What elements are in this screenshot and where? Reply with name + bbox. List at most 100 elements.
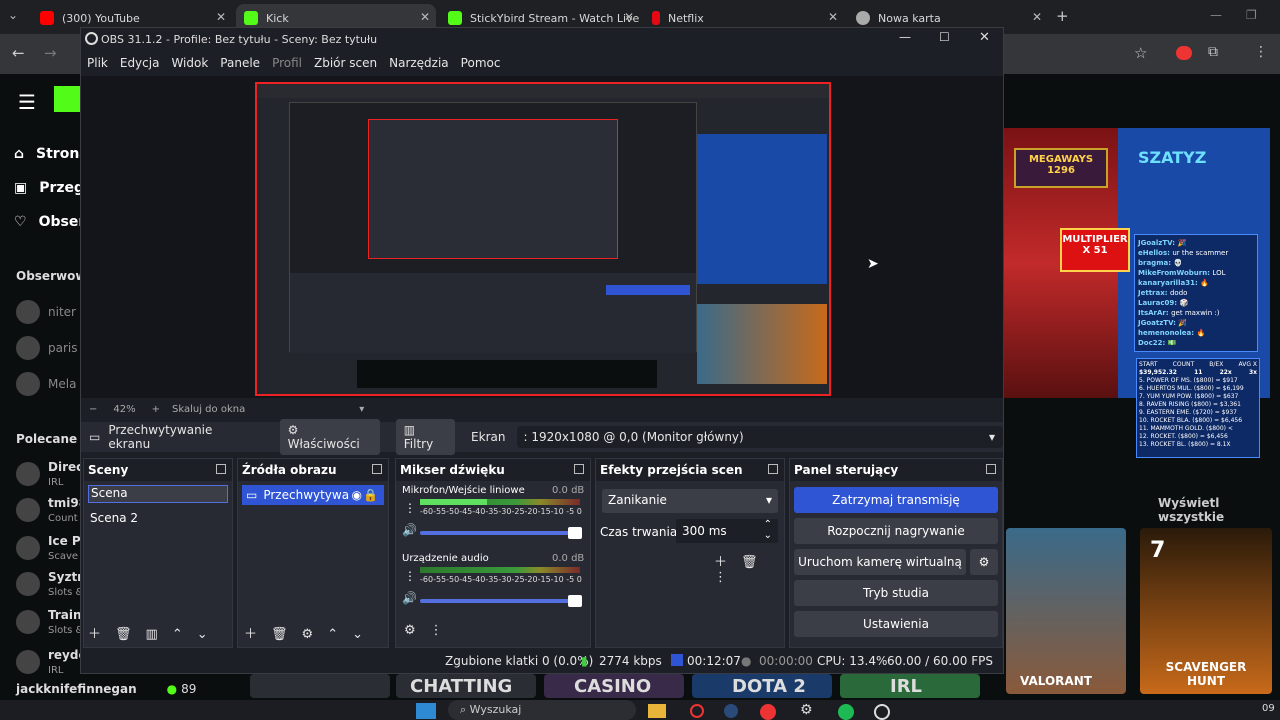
chevron-up-icon[interactable]: ⌃ — [172, 627, 183, 642]
eye-icon[interactable]: ◉ — [352, 488, 362, 502]
close-icon[interactable]: ✕ — [1032, 10, 1042, 24]
category-thumbnail[interactable] — [250, 674, 390, 698]
popout-icon[interactable] — [574, 464, 584, 474]
close-icon[interactable]: ✕ — [216, 10, 226, 24]
recommended-item[interactable]: Syztn Slots & — [16, 570, 86, 598]
obs-taskbar-icon[interactable] — [874, 704, 890, 720]
puzzle-icon[interactable]: ⧉ — [1208, 44, 1218, 60]
popout-icon[interactable] — [216, 464, 226, 474]
taskbar-search[interactable]: ⌕ Wyszukaj — [448, 700, 636, 720]
spotify-icon[interactable] — [838, 704, 854, 720]
kick-logo[interactable] — [54, 86, 80, 112]
add-icon[interactable]: ＋ — [244, 627, 257, 642]
following-item[interactable]: Mela — [16, 372, 76, 396]
speaker-icon[interactable]: 🔊 — [402, 591, 417, 605]
menu-scene-collection[interactable]: Zbiór scen — [314, 56, 377, 70]
folder-icon[interactable] — [648, 704, 666, 718]
category-thumbnail-valorant[interactable]: VALORANT — [1006, 528, 1126, 694]
menu-help[interactable]: Pomoc — [461, 56, 501, 70]
scene-item[interactable]: Scena 2 — [88, 511, 228, 525]
steam-icon[interactable] — [724, 704, 738, 718]
maximize-icon[interactable]: ❐ — [1246, 8, 1257, 22]
settings-button[interactable]: Ustawienia — [794, 611, 998, 637]
scene-item-selected[interactable]: Scena — [88, 485, 228, 503]
preview-capture[interactable] — [255, 82, 831, 396]
popout-icon[interactable] — [986, 464, 996, 474]
recommended-item[interactable]: reyde IRL — [16, 648, 87, 676]
more-vertical-icon[interactable]: ⋮ — [714, 570, 727, 585]
spin-icon[interactable]: ⌃ ⌄ — [764, 519, 772, 541]
recommended-item[interactable]: Train Slots & — [16, 608, 83, 636]
duration-input[interactable]: 300 ms ⌃ ⌄ — [676, 519, 778, 543]
extension-icon[interactable] — [1176, 46, 1192, 60]
transition-select[interactable]: Zanikanie ▾ — [602, 489, 778, 513]
trash-icon[interactable]: 🗑 — [741, 555, 758, 570]
properties-button[interactable]: ⚙ Właściwości — [279, 419, 380, 455]
menu-file[interactable]: Plik — [87, 56, 108, 70]
start-recording-button[interactable]: Rozpocznij nagrywanie — [794, 518, 998, 544]
chevron-down-icon[interactable]: ▾ — [359, 404, 364, 415]
slider-knob[interactable] — [568, 527, 582, 539]
trash-icon[interactable]: 🗑 — [271, 627, 288, 642]
close-icon[interactable]: ✕ — [979, 30, 990, 45]
volume-slider[interactable] — [420, 527, 582, 539]
popout-icon[interactable] — [372, 464, 382, 474]
menu-docks[interactable]: Panele — [220, 56, 260, 70]
category-thumbnail-dota[interactable]: DOTA 2 — [692, 674, 832, 698]
following-item[interactable]: niter — [16, 300, 76, 324]
close-icon[interactable]: ✕ — [624, 10, 634, 24]
filters-button[interactable]: ▥ Filtry — [395, 419, 456, 455]
filter-icon[interactable]: ▥ — [146, 627, 158, 642]
trash-icon[interactable]: 🗑 — [115, 627, 132, 642]
stop-stream-button[interactable]: Zatrzymaj transmisję — [794, 487, 998, 513]
menu-view[interactable]: Widok — [171, 56, 208, 70]
new-tab-icon[interactable]: + — [1056, 7, 1069, 25]
studio-mode-button[interactable]: Tryb studia — [794, 580, 998, 606]
add-icon[interactable]: ＋ — [88, 627, 101, 642]
obs-preview[interactable]: ➤ — [81, 76, 1003, 398]
gear-icon[interactable]: ⚙ — [302, 627, 314, 642]
windows-start-icon[interactable] — [416, 703, 436, 719]
chevron-down-icon[interactable]: ⌄ — [197, 627, 208, 642]
zoom-mode[interactable]: Skaluj do okna — [172, 404, 245, 415]
slider-knob[interactable] — [568, 595, 582, 607]
following-item[interactable]: paris — [16, 336, 78, 360]
more-vertical-icon[interactable]: ⋮ — [404, 501, 416, 515]
maximize-icon[interactable]: ☐ — [939, 30, 950, 44]
gear-icon[interactable]: ⚙ — [800, 702, 813, 718]
recommended-item[interactable]: tmi98 Count — [16, 496, 87, 524]
close-icon[interactable]: ✕ — [420, 10, 430, 24]
forward-icon[interactable]: → — [44, 44, 57, 62]
chevron-up-icon[interactable]: ⌃ — [327, 627, 338, 642]
category-thumbnail-scavenger[interactable]: 7 SCAVENGER HUNT — [1140, 528, 1272, 694]
menu-profile[interactable]: Profil — [272, 56, 302, 70]
add-icon[interactable]: ＋ — [714, 555, 727, 570]
zoom-in-icon[interactable]: + — [152, 404, 160, 415]
chevron-down-icon[interactable]: ⌄ — [352, 627, 363, 642]
star-icon[interactable]: ☆ — [1134, 44, 1147, 62]
category-thumbnail-chatting[interactable]: CHATTING — [396, 674, 536, 698]
minimize-icon[interactable]: — — [899, 30, 911, 44]
menu-dots-icon[interactable]: ⋮ — [1254, 44, 1268, 60]
menu-edit[interactable]: Edycja — [120, 56, 160, 70]
category-thumbnail-irl[interactable]: IRL — [840, 674, 980, 698]
recommended-item[interactable]: Direc IRL — [16, 460, 83, 488]
recommended-item[interactable]: Ice Po Scave — [16, 534, 89, 562]
tab-search-icon[interactable]: ⌄ — [8, 8, 18, 22]
speaker-icon[interactable]: 🔊 — [402, 523, 417, 537]
screen-select[interactable]: : 1920x1080 @ 0,0 (Monitor główny) ▾ — [517, 426, 1003, 448]
recommended-item[interactable]: jackknifefinnegan ● 89 — [16, 682, 196, 696]
category-thumbnail-casino[interactable]: CASINO — [544, 674, 684, 698]
hamburger-icon[interactable]: ☰ — [18, 90, 36, 114]
lock-icon[interactable]: 🔒 — [363, 488, 378, 502]
show-all-link[interactable]: Wyświetl wszystkie — [1158, 496, 1280, 524]
back-icon[interactable]: ← — [12, 44, 25, 62]
close-icon[interactable]: ✕ — [828, 10, 838, 24]
source-item[interactable]: ▭ Przechwytywa ◉ 🔒 — [242, 485, 384, 505]
opera-icon[interactable] — [690, 704, 704, 718]
menu-tools[interactable]: Narzędzia — [389, 56, 449, 70]
virtual-camera-settings-button[interactable]: ⚙ — [970, 549, 998, 575]
virtual-camera-button[interactable]: Uruchom kamerę wirtualną — [794, 549, 966, 575]
more-vertical-icon[interactable]: ⋮ — [404, 569, 416, 583]
volume-slider[interactable] — [420, 595, 582, 607]
